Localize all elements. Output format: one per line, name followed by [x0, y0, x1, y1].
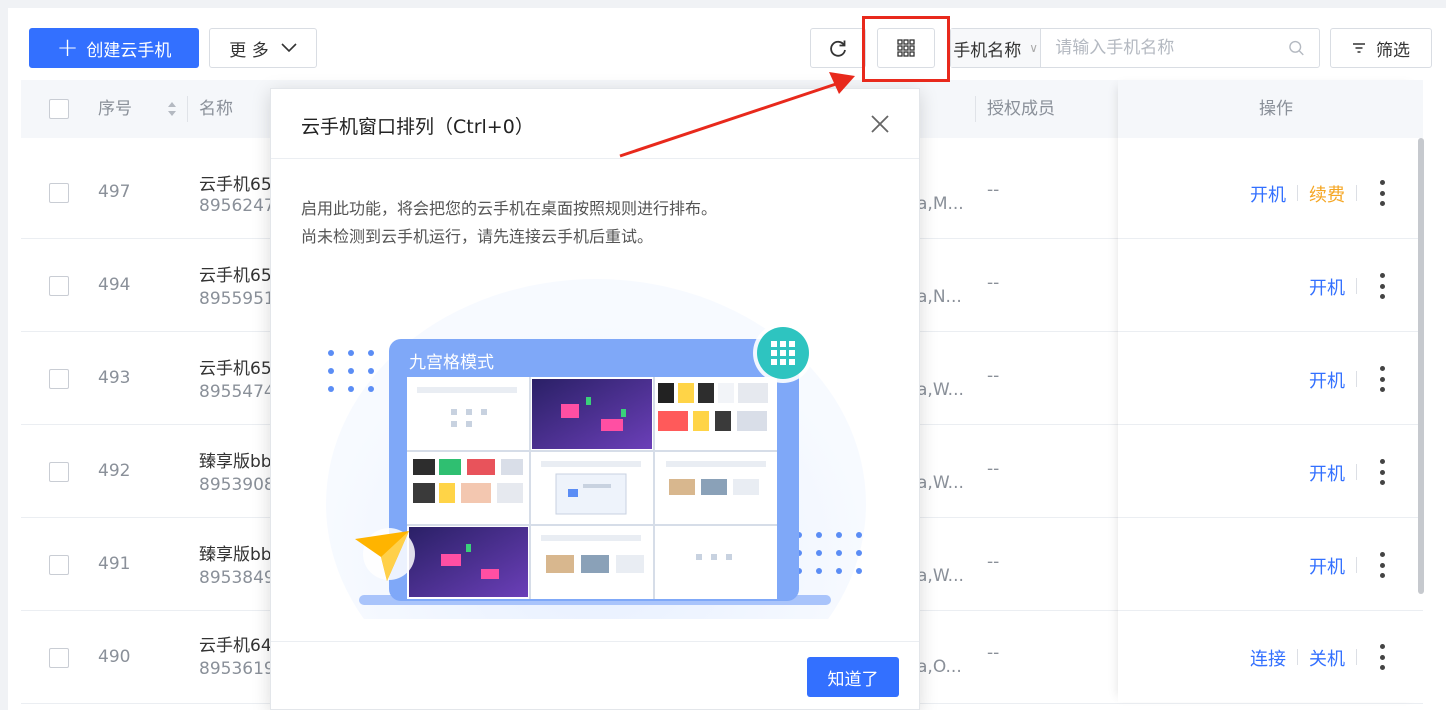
illustration-background	[326, 279, 866, 619]
more-actions-icon[interactable]	[1379, 273, 1385, 299]
refresh-button[interactable]	[810, 28, 866, 68]
power-on-link[interactable]: 开机	[1309, 274, 1345, 300]
row-name[interactable]: 云手机64	[199, 631, 272, 656]
row-checkbox[interactable]	[49, 369, 69, 389]
column-divider	[975, 96, 976, 122]
create-cloud-phone-button[interactable]: + 创建云手机	[29, 28, 199, 68]
chevron-down-icon: ∨	[1029, 41, 1038, 55]
power-on-link[interactable]: 开机	[1309, 553, 1345, 579]
row-index: 494	[98, 275, 131, 295]
filter-button[interactable]: 筛选	[1330, 28, 1432, 68]
dialog-description-line-2: 尚未检测到云手机运行，请先连接云手机后重试。	[301, 227, 654, 246]
row-index: 492	[98, 461, 131, 481]
more-actions-icon[interactable]	[1379, 459, 1385, 485]
row-partial-text: a,N...	[917, 287, 962, 307]
action-divider	[1297, 185, 1298, 201]
filter-label: 筛选	[1376, 40, 1410, 61]
more-button[interactable]: 更 多	[209, 28, 317, 68]
more-actions-icon[interactable]	[1379, 366, 1385, 392]
power-on-link[interactable]: 开机	[1250, 181, 1286, 207]
refresh-icon	[830, 40, 846, 57]
action-divider	[1297, 649, 1298, 665]
search-icon[interactable]	[1288, 37, 1305, 59]
vertical-scrollbar[interactable]	[1418, 138, 1424, 594]
dialog-description-line-1: 启用此功能，将会把您的云手机在桌面按照规则进行排布。	[301, 199, 718, 218]
window-arrange-dialog: 云手机窗口排列（Ctrl+0） 启用此功能，将会把您的云手机在桌面按照规则进行排…	[270, 88, 920, 710]
illustration-title: 九宫格模式	[409, 353, 494, 373]
action-divider	[1356, 371, 1357, 387]
column-index-header[interactable]: 序号	[98, 80, 132, 138]
highlight-box-annotation	[862, 16, 950, 82]
create-button-label: 创建云手机	[86, 40, 172, 61]
search-group: 手机名称 ∨	[950, 28, 1320, 68]
row-name[interactable]: 云手机65	[199, 170, 272, 195]
dialog-header: 云手机窗口排列（Ctrl+0）	[271, 89, 919, 159]
action-divider	[1356, 278, 1357, 294]
row-partial-text: a,W...	[917, 473, 964, 493]
row-name[interactable]: 臻享版bb	[199, 447, 272, 472]
dialog-title: 云手机窗口排列（Ctrl+0）	[301, 116, 534, 138]
row-members: --	[987, 180, 1000, 200]
row-partial-text: a,W...	[917, 380, 964, 400]
more-actions-icon[interactable]	[1379, 552, 1385, 578]
row-partial-text: a,O...	[917, 657, 962, 677]
search-field-select[interactable]: 手机名称 ∨	[951, 29, 1042, 67]
search-input[interactable]	[1041, 29, 1289, 67]
action-divider	[1356, 649, 1357, 665]
power-on-link[interactable]: 开机	[1309, 367, 1345, 393]
action-divider	[1356, 557, 1357, 573]
row-checkbox[interactable]	[49, 462, 69, 482]
more-actions-icon[interactable]	[1379, 180, 1385, 206]
dialog-footer-divider	[271, 641, 919, 642]
row-index: 497	[98, 182, 131, 202]
row-checkbox[interactable]	[49, 555, 69, 575]
row-name[interactable]: 云手机65	[199, 261, 272, 286]
row-index: 490	[98, 647, 131, 667]
more-actions-icon[interactable]	[1379, 644, 1385, 670]
row-members: --	[987, 643, 1000, 663]
got-it-button[interactable]: 知道了	[807, 657, 899, 697]
row-members: --	[987, 366, 1000, 386]
filter-icon	[1353, 43, 1365, 53]
column-actions-header: 操作	[1259, 99, 1293, 119]
row-name[interactable]: 臻享版bb	[199, 540, 272, 565]
plus-icon: +	[56, 33, 79, 63]
power-on-link[interactable]: 开机	[1309, 460, 1345, 486]
row-name[interactable]: 云手机65	[199, 354, 272, 379]
column-divider	[187, 96, 188, 122]
grid-mode-illustration: 九宫格模式	[321, 269, 881, 619]
row-index: 491	[98, 554, 131, 574]
connect-link[interactable]: 连接	[1250, 645, 1286, 671]
power-off-link[interactable]: 关机	[1309, 645, 1345, 671]
row-checkbox[interactable]	[49, 276, 69, 296]
column-members-header: 授权成员	[987, 99, 1055, 119]
close-icon[interactable]	[869, 113, 891, 135]
action-divider	[1356, 464, 1357, 480]
column-name-header: 名称	[199, 99, 233, 119]
row-partial-text: a,W...	[917, 566, 964, 586]
row-members: --	[987, 552, 1000, 572]
chevron-down-icon	[281, 43, 297, 53]
row-members: --	[987, 273, 1000, 293]
renew-link[interactable]: 续费	[1309, 181, 1345, 207]
row-checkbox[interactable]	[49, 183, 69, 203]
row-members: --	[987, 459, 1000, 479]
more-button-label: 更 多	[229, 40, 269, 61]
search-field-label: 手机名称	[953, 40, 1022, 61]
row-partial-text: a,M...	[917, 194, 964, 214]
row-index: 493	[98, 368, 131, 388]
action-divider	[1356, 185, 1357, 201]
select-all-checkbox[interactable]	[49, 99, 69, 119]
row-checkbox[interactable]	[49, 648, 69, 668]
sort-icon[interactable]	[167, 101, 177, 117]
